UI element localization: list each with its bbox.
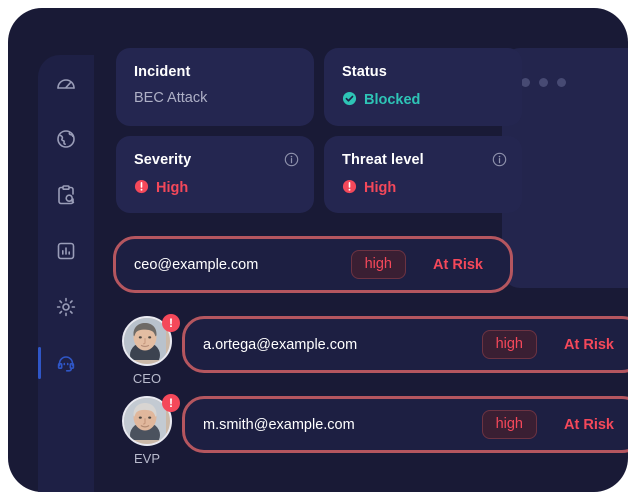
severity-badge: high xyxy=(350,250,406,279)
ellipsis-dot xyxy=(539,78,548,87)
alert-badge: ! xyxy=(162,314,180,332)
severity-badge: high xyxy=(481,330,537,359)
card-status: Status Blocked xyxy=(324,48,522,126)
card-severity: Severity High xyxy=(116,136,314,213)
sidebar-item-dashboard[interactable] xyxy=(38,55,94,111)
risk-row-container: ceo@example.com high At Risk xyxy=(104,232,628,312)
bar-chart-icon xyxy=(54,239,78,263)
at-risk-list: ceo@example.com high At Risk ! CEO a.ort… xyxy=(104,232,628,472)
card-value: Blocked xyxy=(342,91,504,110)
risk-row-container: ! EVP m.smith@example.com high At Risk xyxy=(104,392,628,472)
check-circle-icon xyxy=(342,91,357,110)
card-value-text: High xyxy=(156,179,189,196)
sidebar-item-support[interactable] xyxy=(38,335,94,391)
alert-badge: ! xyxy=(162,394,180,412)
card-value: High xyxy=(342,179,504,198)
ellipsis-dot xyxy=(521,78,530,87)
card-threat-level: Threat level High xyxy=(324,136,522,213)
clipboard-search-icon xyxy=(54,183,78,207)
card-value-text: High xyxy=(364,179,397,196)
card-value: High xyxy=(134,179,296,198)
sidebar-item-investigate[interactable] xyxy=(38,167,94,223)
risk-email: m.smith@example.com xyxy=(203,416,355,433)
avatar-photo xyxy=(124,398,166,440)
active-indicator xyxy=(38,347,41,379)
sidebar-item-settings[interactable] xyxy=(38,279,94,335)
gear-icon xyxy=(54,295,78,319)
alert-circle-icon xyxy=(134,179,149,198)
card-value-text: BEC Attack xyxy=(134,89,208,106)
alert-circle-icon xyxy=(342,179,357,198)
card-title: Status xyxy=(342,64,387,80)
ellipsis-dot xyxy=(557,78,566,87)
status-badge: At Risk xyxy=(564,416,614,433)
app-root: Incident BEC Attack Status Blocked Sever… xyxy=(0,0,636,500)
avatar-photo xyxy=(124,318,166,360)
risk-row-container: ! CEO a.ortega@example.com high At Risk xyxy=(104,312,628,392)
status-badge: At Risk xyxy=(564,336,614,353)
gauge-icon xyxy=(54,71,78,95)
sidebar-item-global[interactable] xyxy=(38,111,94,167)
headset-icon xyxy=(54,351,78,375)
person-role: CEO xyxy=(132,371,162,386)
person-role: EVP xyxy=(133,451,160,466)
risk-row[interactable]: a.ortega@example.com high At Risk xyxy=(182,316,628,373)
card-value: BEC Attack xyxy=(134,89,296,106)
person-evp[interactable]: ! EVP xyxy=(116,394,180,466)
info-icon[interactable] xyxy=(284,152,299,167)
risk-email: a.ortega@example.com xyxy=(203,336,358,353)
status-badge: At Risk xyxy=(433,256,483,273)
sidebar xyxy=(38,55,94,492)
info-icon[interactable] xyxy=(492,152,507,167)
card-value-text: Blocked xyxy=(364,91,421,108)
person-ceo[interactable]: ! CEO xyxy=(116,314,180,386)
card-title: Severity xyxy=(134,152,192,168)
risk-row[interactable]: m.smith@example.com high At Risk xyxy=(182,396,628,453)
sidebar-item-reports[interactable] xyxy=(38,223,94,279)
risk-row[interactable]: ceo@example.com high At Risk xyxy=(113,236,513,293)
globe-icon xyxy=(54,127,78,151)
overflow-menu[interactable] xyxy=(521,78,566,87)
summary-cards: Incident BEC Attack Status Blocked Sever… xyxy=(116,48,522,213)
card-title: Incident xyxy=(134,64,191,80)
risk-email: ceo@example.com xyxy=(134,256,259,273)
card-title: Threat level xyxy=(342,152,424,168)
main-content: Incident BEC Attack Status Blocked Sever… xyxy=(104,36,628,492)
dashboard-window: Incident BEC Attack Status Blocked Sever… xyxy=(8,8,628,492)
severity-badge: high xyxy=(481,410,537,439)
card-incident: Incident BEC Attack xyxy=(116,48,314,126)
